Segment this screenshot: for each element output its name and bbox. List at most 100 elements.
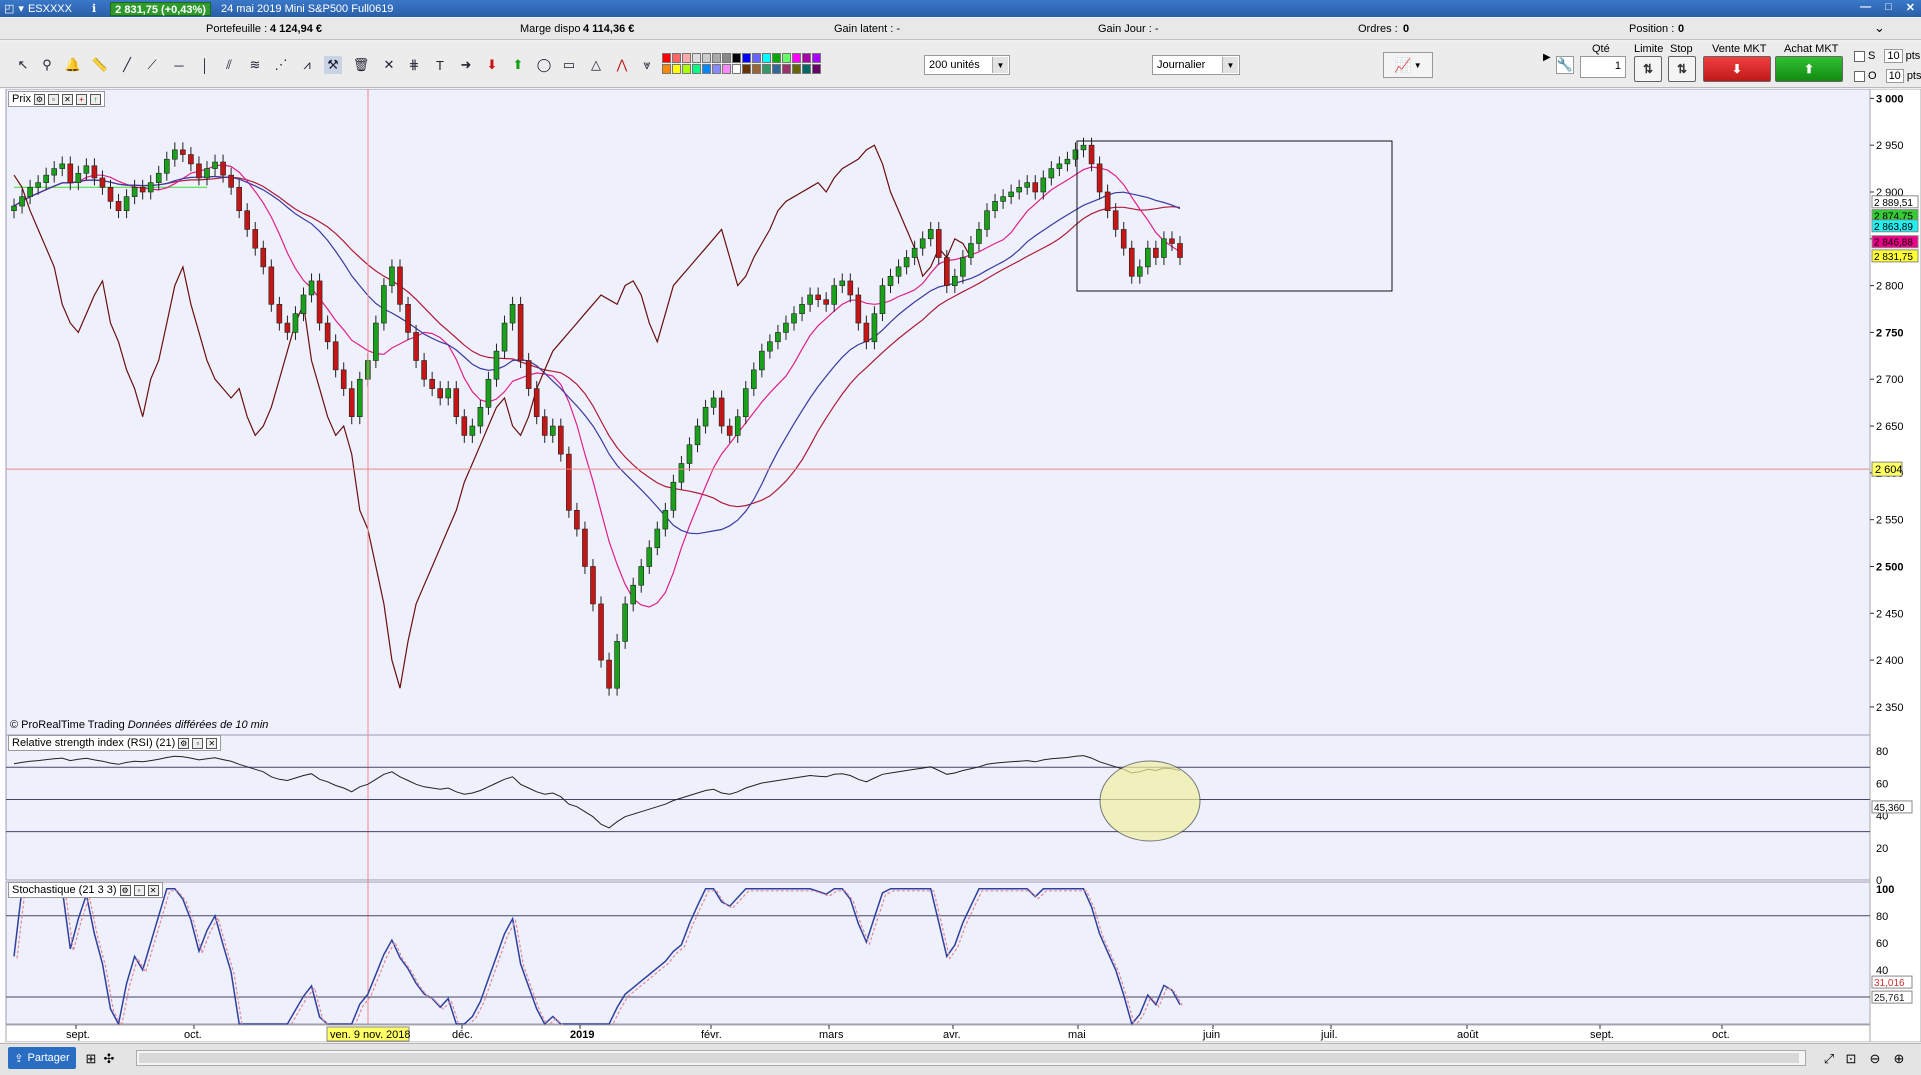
wrench-icon[interactable]: ⚙ (33, 93, 45, 105)
zoom-in-icon[interactable]: ⊕ (1890, 1050, 1908, 1068)
chevron-down-icon[interactable]: ⌄ (1874, 20, 1885, 36)
cursor-settings-icon[interactable]: ✣ (100, 1050, 118, 1068)
add-icon[interactable]: + (75, 93, 87, 105)
color-palette[interactable] (662, 53, 821, 75)
ray-icon[interactable]: ⟋ (143, 56, 161, 74)
color-swatch[interactable] (702, 64, 711, 74)
close-button[interactable]: ✕ (1906, 1, 1915, 14)
buy-market-button[interactable]: ⬆ (1775, 56, 1843, 82)
crosshair-icon[interactable]: ⊞ (82, 1050, 100, 1068)
close-icon[interactable]: ✕ (147, 884, 159, 896)
magnet-icon[interactable]: ⚒ (324, 56, 342, 74)
period-select[interactable]: Journalier ▼ (1152, 55, 1240, 75)
arrow-up-icon[interactable]: ⬆ (509, 56, 527, 74)
color-swatch[interactable] (692, 64, 701, 74)
color-swatch[interactable] (782, 53, 791, 63)
indicators-button[interactable]: 📈 ▼ (1383, 52, 1433, 78)
color-swatch[interactable] (772, 53, 781, 63)
wrench-icon[interactable]: 🔧 (1556, 56, 1574, 74)
fibonacci-icon[interactable]: ≋ (246, 56, 264, 74)
cross-icon[interactable]: ✕ (380, 56, 398, 74)
trash-icon[interactable]: 🗑 (352, 56, 370, 74)
color-swatch[interactable] (762, 53, 771, 63)
color-swatch[interactable] (812, 53, 821, 63)
chart-area[interactable]: 3 0002 9502 9002 8502 8002 7502 7002 650… (0, 89, 1921, 1042)
color-swatch[interactable] (742, 64, 751, 74)
text-icon[interactable]: T (431, 56, 449, 74)
color-swatch[interactable] (752, 64, 761, 74)
zoom-area-icon[interactable]: ⊡ (1842, 1050, 1860, 1068)
vertical-line-icon[interactable]: │ (196, 56, 214, 74)
color-swatch[interactable] (702, 53, 711, 63)
color-swatch[interactable] (732, 53, 741, 63)
zoom-icon[interactable]: ⚲ (38, 56, 56, 74)
arrow-right-icon[interactable]: ➜ (457, 56, 475, 74)
horizontal-line-icon[interactable]: ─ (170, 56, 188, 74)
color-swatch[interactable] (752, 53, 761, 63)
rectangle-icon[interactable]: ▭ (560, 56, 578, 74)
sell-market-button[interactable]: ⬇ (1703, 56, 1771, 82)
objective-checkbox[interactable] (1854, 70, 1865, 82)
minimize-button[interactable]: — (1860, 1, 1871, 14)
scroll-thumb[interactable] (139, 1053, 1799, 1063)
expand-panel-icon[interactable]: ▶ (1543, 52, 1551, 63)
share-button[interactable]: ⇪ Partager (8, 1047, 76, 1069)
line-icon[interactable]: ╱ (118, 56, 136, 74)
color-swatch[interactable] (812, 64, 821, 74)
info-icon[interactable]: ℹ (92, 2, 96, 15)
triangle-icon[interactable]: △ (587, 56, 605, 74)
instrument-name[interactable]: ESXXXX (28, 3, 72, 15)
wrench-icon[interactable]: ⚙ (178, 737, 190, 749)
limit-order-button[interactable]: ⇅ (1634, 56, 1662, 82)
color-swatch[interactable] (722, 53, 731, 63)
chevron-down-icon[interactable]: ▼ (992, 57, 1008, 73)
color-swatch[interactable] (762, 64, 771, 74)
app-icon[interactable]: ◰ (4, 2, 14, 15)
color-swatch[interactable] (802, 53, 811, 63)
chevron-down-icon[interactable]: ▼ (1222, 57, 1238, 73)
close-icon[interactable]: ✕ (206, 737, 218, 749)
arrow-up-icon[interactable]: ↑ (89, 93, 101, 105)
window-icon[interactable]: ▫ (192, 737, 204, 749)
color-swatch[interactable] (712, 53, 721, 63)
color-swatch[interactable] (712, 64, 721, 74)
polyline-icon[interactable]: ⩔ (638, 56, 656, 74)
zoom-out-icon[interactable]: ⊖ (1866, 1050, 1884, 1068)
qty-input[interactable]: 1 (1580, 56, 1626, 78)
channel-icon[interactable]: ⫽ (220, 56, 238, 74)
color-swatch[interactable] (672, 64, 681, 74)
color-swatch[interactable] (732, 64, 741, 74)
units-select[interactable]: 200 unités ▼ (924, 55, 1010, 75)
o-points-input[interactable]: 10 (1885, 69, 1904, 83)
color-swatch[interactable] (802, 64, 811, 74)
zigzag-icon[interactable]: ⋀ (613, 56, 631, 74)
color-swatch[interactable] (722, 64, 731, 74)
close-icon[interactable]: ✕ (61, 93, 73, 105)
ellipse-icon[interactable]: ◯ (535, 56, 553, 74)
color-swatch[interactable] (682, 53, 691, 63)
window-icon[interactable]: ▫ (47, 93, 59, 105)
chart-canvas[interactable]: 3 0002 9502 9002 8502 8002 7502 7002 650… (0, 89, 1921, 1042)
grid-icon[interactable]: ⋕ (405, 56, 423, 74)
fan-icon[interactable]: ⋰ (272, 56, 290, 74)
time-scrollbar[interactable] (136, 1050, 1806, 1066)
ruler-icon[interactable]: 📏 (91, 56, 109, 74)
color-swatch[interactable] (692, 53, 701, 63)
zoom-fit-icon[interactable]: ⤢ (1820, 1050, 1838, 1068)
color-swatch[interactable] (772, 64, 781, 74)
alert-icon[interactable]: 🔔 (64, 56, 82, 74)
pattern-icon[interactable]: ⩘ (298, 56, 316, 74)
chevron-down-icon[interactable]: ▾ (18, 2, 24, 15)
arrow-down-icon[interactable]: ⬇ (483, 56, 501, 74)
maximize-button[interactable]: □ (1885, 1, 1892, 14)
stop-checkbox[interactable] (1854, 50, 1865, 62)
wrench-icon[interactable]: ⚙ (119, 884, 131, 896)
color-swatch[interactable] (662, 64, 671, 74)
color-swatch[interactable] (792, 64, 801, 74)
s-points-input[interactable]: 10 (1884, 49, 1903, 63)
color-swatch[interactable] (782, 64, 791, 74)
pointer-icon[interactable]: ↖ (14, 56, 32, 74)
color-swatch[interactable] (742, 53, 751, 63)
stop-order-button[interactable]: ⇅ (1668, 56, 1696, 82)
color-swatch[interactable] (792, 53, 801, 63)
